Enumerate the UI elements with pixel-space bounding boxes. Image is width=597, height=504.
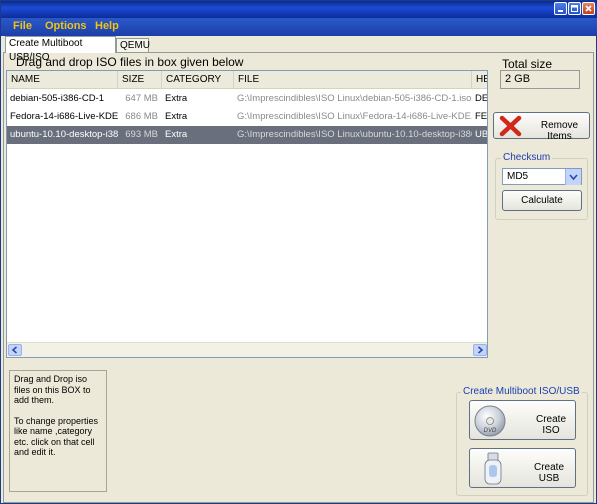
cell-file[interactable]: G:\Imprescindibles\ISO Linux\Fedora-14-i… xyxy=(234,108,472,126)
iso-list[interactable]: NAME SIZE CATEGORY FILE HE debian-505-i3… xyxy=(6,70,488,358)
cell-size[interactable]: 647 MB xyxy=(118,90,162,108)
app-window: File Options Help Create Multiboot USB/I… xyxy=(0,0,597,504)
cell-he[interactable]: FED xyxy=(472,108,487,126)
table-row[interactable]: debian-505-i386-CD-1 647 MB Extra G:\Imp… xyxy=(7,90,487,108)
usb-drive-icon xyxy=(484,452,502,485)
cell-he[interactable]: DEB xyxy=(472,90,487,108)
menu-file[interactable]: File xyxy=(13,20,32,32)
create-usb-label: Create USB xyxy=(533,462,564,484)
create-iso-label: Create ISO xyxy=(535,414,566,436)
arrow-left-icon xyxy=(11,346,18,354)
checksum-label: Checksum xyxy=(501,152,553,163)
menu-help[interactable]: Help xyxy=(95,20,119,32)
close-button[interactable] xyxy=(582,2,595,15)
menu-options[interactable]: Options xyxy=(45,20,87,32)
cell-size[interactable]: 686 MB xyxy=(118,108,162,126)
delete-x-icon xyxy=(499,115,522,137)
cell-he[interactable]: UBU xyxy=(472,126,487,144)
title-bar[interactable] xyxy=(1,1,597,18)
calculate-button[interactable]: Calculate xyxy=(502,190,582,211)
remove-items-button[interactable]: Remove Items xyxy=(493,112,590,142)
minimize-icon xyxy=(558,10,563,12)
cell-file[interactable]: G:\Imprescindibles\ISO Linux\ubuntu-10.1… xyxy=(234,126,472,144)
column-header-category[interactable]: CATEGORY xyxy=(162,71,234,88)
column-header-he[interactable]: HE xyxy=(472,71,487,88)
total-size-label: Total size xyxy=(502,57,553,71)
scroll-right-button[interactable] xyxy=(473,344,487,356)
create-multiboot-label: Create Multiboot ISO/USB xyxy=(461,386,582,397)
cell-file[interactable]: G:\Imprescindibles\ISO Linux\debian-505-… xyxy=(234,90,472,108)
maximize-button[interactable] xyxy=(568,2,581,15)
cell-name[interactable]: Fedora-14-i686-Live-KDE xyxy=(7,108,118,126)
cell-category[interactable]: Extra xyxy=(162,126,234,144)
minimize-button[interactable] xyxy=(554,2,567,15)
help-text-edit: To change properties like name ,category… xyxy=(14,415,99,458)
table-row[interactable]: Fedora-14-i686-Live-KDE 686 MB Extra G:\… xyxy=(7,108,487,126)
close-icon xyxy=(585,5,592,12)
create-iso-button[interactable]: DVD Create ISO xyxy=(469,400,576,440)
remove-items-label: Remove Items xyxy=(540,120,579,142)
column-header-name[interactable]: NAME xyxy=(7,71,118,88)
scroll-left-button[interactable] xyxy=(8,344,22,356)
horizontal-scrollbar[interactable] xyxy=(7,342,487,357)
cell-size[interactable]: 693 MB xyxy=(118,126,162,144)
total-size-field: 2 GB xyxy=(500,70,580,89)
svg-text:DVD: DVD xyxy=(484,428,497,434)
cell-category[interactable]: Extra xyxy=(162,90,234,108)
chevron-down-icon[interactable] xyxy=(565,169,581,185)
checksum-select[interactable]: MD5 xyxy=(502,168,582,185)
cell-category[interactable]: Extra xyxy=(162,108,234,126)
drop-instructions: Drag and drop ISO files in box given bel… xyxy=(16,55,244,69)
checksum-value: MD5 xyxy=(507,171,529,182)
help-box: Drag and Drop iso files on this BOX to a… xyxy=(9,370,107,492)
cell-name[interactable]: ubuntu-10.10-desktop-i386 xyxy=(7,126,118,144)
help-text-drag: Drag and Drop iso files on this BOX to a… xyxy=(14,374,91,405)
table-row-selected[interactable]: ubuntu-10.10-desktop-i386 693 MB Extra G… xyxy=(7,126,487,144)
dvd-icon: DVD xyxy=(474,405,506,437)
maximize-icon xyxy=(571,5,578,12)
tab-create-multiboot[interactable]: Create Multiboot USB/ISO xyxy=(5,36,116,63)
create-usb-button[interactable]: Create USB xyxy=(469,448,576,488)
tab-qemu[interactable]: QEMU xyxy=(116,38,150,53)
cell-name[interactable]: debian-505-i386-CD-1 xyxy=(7,90,118,108)
column-header-file[interactable]: FILE xyxy=(234,71,472,88)
list-header: NAME SIZE CATEGORY FILE HE xyxy=(7,71,487,89)
arrow-right-icon xyxy=(477,346,484,354)
column-header-size[interactable]: SIZE xyxy=(118,71,162,88)
menu-bar: File Options Help xyxy=(1,18,597,36)
